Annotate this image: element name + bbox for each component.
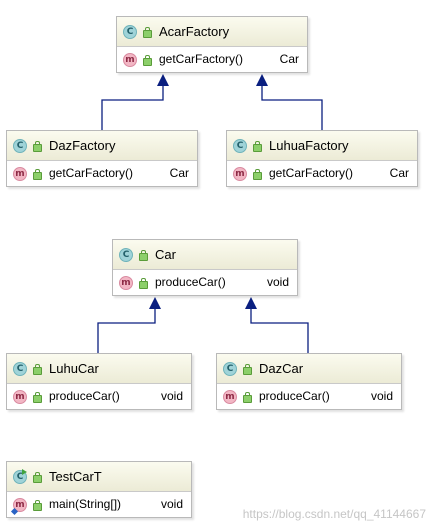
method-name: getCarFactory() [159,52,244,66]
arrow-luhuafactory-to-acarfactory [261,84,323,130]
class-box-dazcar[interactable]: C DazCar m produceCar() void [216,353,402,410]
arrow-luhucar-to-car [97,307,156,353]
public-lock-icon [139,250,148,261]
class-icon: C [233,139,247,153]
class-header: C LuhuCar [7,354,191,384]
method-name: main(String[]) [49,497,122,511]
public-lock-icon [33,472,42,483]
class-header: C DazFactory [7,131,197,161]
method-icon: m [223,390,237,404]
class-icon: C [13,362,27,376]
public-lock-icon [253,141,262,152]
arrowhead [245,297,257,309]
method-row[interactable]: m produceCar() void [7,384,191,409]
method-row[interactable]: m main(String[]) void [7,492,191,517]
class-box-car[interactable]: C Car m produceCar() void [112,239,298,296]
method-row[interactable]: m getCarFactory() Car [227,161,417,186]
public-lock-icon [33,500,42,511]
method-name: getCarFactory() [49,166,134,180]
method-icon: m [123,53,137,67]
arrowhead [256,74,268,86]
return-type: void [370,389,393,403]
class-name: LuhuaFactory [269,138,349,153]
return-type: void [160,389,183,403]
public-lock-icon [33,364,42,375]
class-box-luhucar[interactable]: C LuhuCar m produceCar() void [6,353,192,410]
class-header: C Car [113,240,297,270]
public-lock-icon [143,27,152,38]
class-name: Car [155,247,176,262]
class-box-dazfactory[interactable]: C DazFactory m getCarFactory() Car [6,130,198,187]
method-row[interactable]: m produceCar() void [113,270,297,295]
arrow-dazfactory-to-acarfactory [101,84,164,130]
public-lock-icon [33,169,42,180]
method-icon: m [13,390,27,404]
class-name: DazFactory [49,138,116,153]
return-type: Car [279,52,299,66]
class-box-luhuafactory[interactable]: C LuhuaFactory m getCarFactory() Car [226,130,418,187]
class-name: AcarFactory [159,24,230,39]
return-type: Car [389,166,409,180]
class-box-testcart[interactable]: C TestCarT m main(String[]) void [6,461,192,518]
method-row[interactable]: m produceCar() void [217,384,401,409]
class-name: TestCarT [49,469,102,484]
method-icon: m [13,167,27,181]
public-lock-icon [139,278,148,289]
class-icon: C [13,139,27,153]
arrow-dazcar-to-car [250,307,309,353]
public-lock-icon [33,392,42,403]
method-icon: m [119,276,133,290]
class-icon: C [119,248,133,262]
public-lock-icon [143,55,152,66]
arrowhead [157,74,169,86]
class-name: LuhuCar [49,361,99,376]
run-icon [22,469,27,475]
public-lock-icon [243,392,252,403]
arrowhead [149,297,161,309]
class-icon: C [223,362,237,376]
watermark: https://blog.csdn.net/qq_41144667 [242,507,426,521]
method-name: produceCar() [259,389,330,403]
method-name: produceCar() [155,275,226,289]
class-name: DazCar [259,361,304,376]
method-row[interactable]: m getCarFactory() Car [7,161,197,186]
class-header: C LuhuaFactory [227,131,417,161]
class-icon: C [123,25,137,39]
method-row[interactable]: m getCarFactory() Car [117,47,307,72]
method-name: getCarFactory() [269,166,354,180]
class-box-acarfactory[interactable]: C AcarFactory m getCarFactory() Car [116,16,308,73]
return-type: void [266,275,289,289]
class-header: C DazCar [217,354,401,384]
class-header: C TestCarT [7,462,191,492]
return-type: Car [169,166,189,180]
class-header: C AcarFactory [117,17,307,47]
return-type: void [160,497,183,511]
method-icon: m [233,167,247,181]
public-lock-icon [253,169,262,180]
method-name: produceCar() [49,389,120,403]
public-lock-icon [243,364,252,375]
public-lock-icon [33,141,42,152]
